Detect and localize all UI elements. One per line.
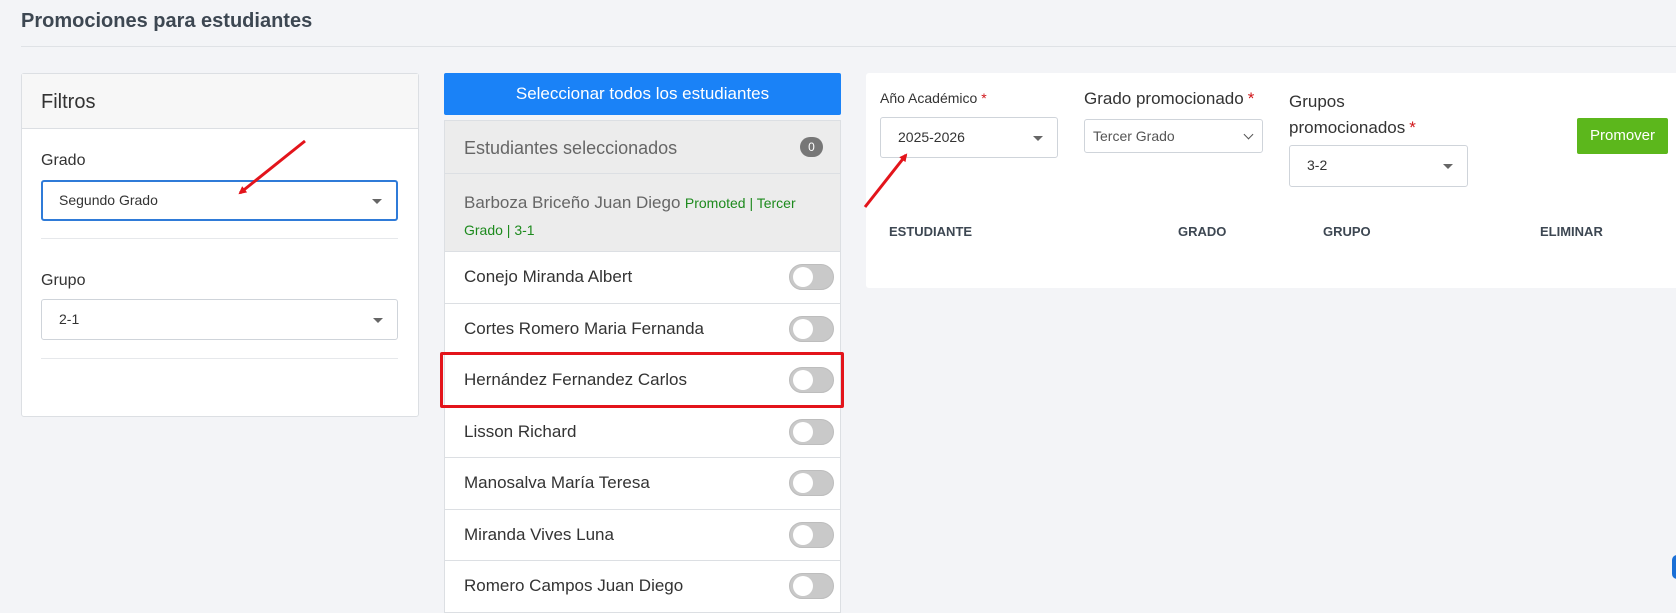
- toggle-knob: [793, 267, 813, 288]
- promoted-grade-label: Grado promocionado *: [1084, 89, 1254, 109]
- grupo-label: Grupo: [41, 272, 86, 289]
- toggle-knob: [793, 473, 813, 494]
- promoted-student-name: Barboza Briceño Juan Diego: [464, 193, 681, 212]
- student-row: Miranda Vives Luna: [445, 510, 840, 561]
- select-student-toggle[interactable]: [789, 367, 834, 394]
- student-name: Manosalva María Teresa: [464, 473, 650, 493]
- select-student-toggle[interactable]: [789, 573, 834, 600]
- student-row: Lisson Richard: [445, 407, 840, 458]
- toggle-knob: [793, 370, 813, 391]
- promoted-student-row: Barboza Briceño Juan Diego Promoted | Te…: [445, 174, 840, 252]
- toggle-knob: [793, 421, 813, 442]
- grupo-select[interactable]: 2-1: [41, 299, 398, 340]
- selected-students-header: Estudiantes seleccionados 0: [445, 121, 840, 174]
- filters-heading: Filtros: [22, 74, 418, 129]
- promoted-groups-label: Grupos promocionados *: [1289, 89, 1416, 141]
- student-row: Conejo Miranda Albert: [445, 252, 840, 304]
- student-row: Hernández Fernandez Carlos: [445, 355, 840, 407]
- academic-year-value: 2025-2026: [898, 129, 965, 145]
- promoted-grade-label-text: Grado promocionado: [1084, 89, 1244, 108]
- select-student-toggle[interactable]: [789, 418, 834, 445]
- academic-year-label-text: Año Académico: [880, 90, 978, 106]
- promote-button[interactable]: Promover: [1577, 118, 1668, 154]
- column-header-grade: GRADO: [1178, 224, 1227, 239]
- toggle-knob: [793, 318, 813, 339]
- student-name: Hernández Fernandez Carlos: [464, 370, 688, 390]
- page-title: Promociones para estudiantes: [21, 10, 313, 32]
- promoted-groups-select[interactable]: 3-2: [1289, 145, 1468, 187]
- select-student-toggle[interactable]: [789, 264, 834, 291]
- caret-down-icon: [1033, 135, 1043, 141]
- promoted-groups-label-line1: Grupos: [1289, 92, 1345, 111]
- grupo-select-value: 2-1: [59, 311, 80, 327]
- student-name: Lisson Richard: [464, 421, 577, 441]
- student-name: Cortes Romero Maria Fernanda: [464, 318, 704, 338]
- academic-year-select[interactable]: 2025-2026: [880, 117, 1058, 158]
- select-student-toggle[interactable]: [789, 521, 834, 548]
- grado-select[interactable]: Segundo Grado: [41, 180, 398, 221]
- student-row: Cortes Romero Maria Fernanda: [445, 304, 840, 355]
- student-name: Miranda Vives Luna: [464, 524, 614, 544]
- promoted-grade-value: Tercer Grado: [1093, 128, 1175, 144]
- select-student-toggle[interactable]: [789, 315, 834, 342]
- student-name: Conejo Miranda Albert: [464, 267, 633, 287]
- required-marker: *: [981, 90, 987, 106]
- promoted-groups-label-line2: promocionados: [1289, 118, 1406, 137]
- select-student-toggle[interactable]: [789, 470, 834, 497]
- toggle-knob: [793, 524, 813, 545]
- title-divider: [21, 46, 1676, 47]
- academic-year-label: Año Académico *: [880, 90, 987, 106]
- caret-down-icon: [373, 317, 383, 323]
- selected-students-label: Estudiantes seleccionados: [464, 138, 678, 158]
- column-header-student: ESTUDIANTE: [889, 224, 973, 239]
- student-name: Romero Campos Juan Diego: [464, 576, 684, 596]
- column-header-delete: ELIMINAR: [1540, 224, 1603, 239]
- required-marker: *: [1409, 118, 1416, 137]
- grado-select-value: Segundo Grado: [59, 192, 158, 208]
- filters-panel: Filtros Grado Segundo Grado Grupo 2-1: [21, 73, 419, 417]
- caret-down-icon: [1443, 164, 1453, 169]
- chevron-down-icon: [1243, 129, 1254, 140]
- required-marker: *: [1247, 89, 1255, 108]
- promoted-groups-value: 3-2: [1307, 157, 1328, 173]
- promoted-grade-select[interactable]: Tercer Grado: [1084, 119, 1263, 153]
- selected-count-badge: 0: [800, 137, 823, 157]
- grado-label: Grado: [41, 152, 86, 169]
- divider: [41, 238, 398, 239]
- toggle-knob: [793, 576, 813, 597]
- students-list-panel: Estudiantes seleccionados 0 Barboza Bric…: [444, 120, 841, 613]
- student-row: Romero Campos Juan Diego: [445, 561, 840, 613]
- caret-down-icon: [372, 198, 382, 204]
- column-header-group: GRUPO: [1323, 224, 1371, 239]
- floating-widget-edge[interactable]: [1672, 555, 1676, 579]
- divider: [41, 358, 398, 359]
- select-all-students-button[interactable]: Seleccionar todos los estudiantes: [444, 73, 841, 115]
- student-row: Manosalva María Teresa: [445, 458, 840, 510]
- promotion-panel: [866, 73, 1676, 288]
